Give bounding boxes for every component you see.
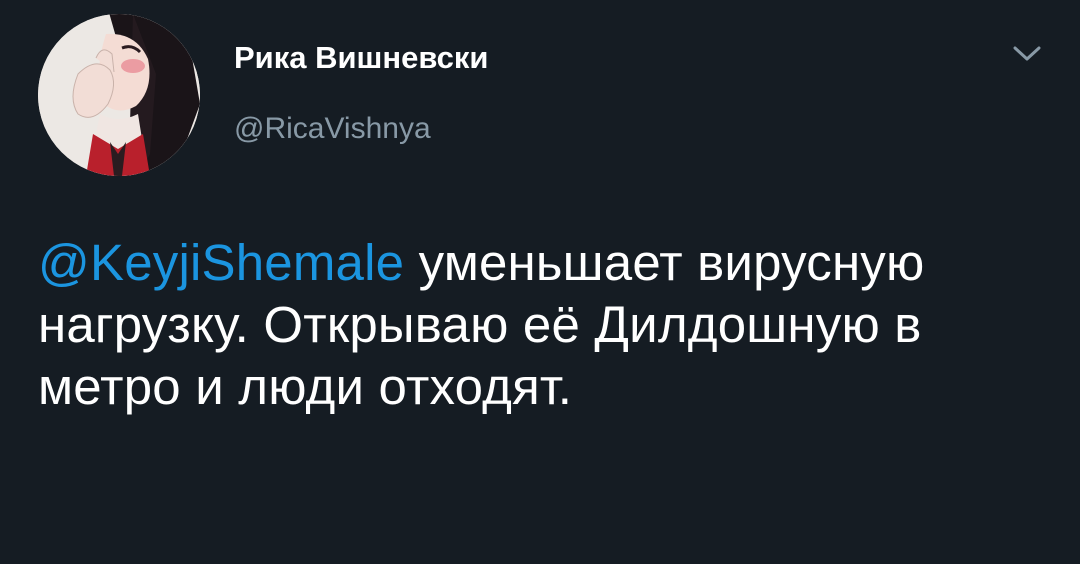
mention-link[interactable]: @KeyjiShemale [38,234,404,291]
chevron-down-icon[interactable] [1010,42,1044,66]
display-name[interactable]: Рика Вишневски [234,40,488,76]
avatar[interactable] [38,14,200,176]
tweet-card: Рика Вишневски @RicaVishnya @KeyjiShemal… [0,0,1080,564]
user-handle[interactable]: @RicaVishnya [234,112,431,146]
tweet-text: @KeyjiShemale уменьшает вирусную нагрузк… [38,232,1048,418]
avatar-image [38,14,200,176]
